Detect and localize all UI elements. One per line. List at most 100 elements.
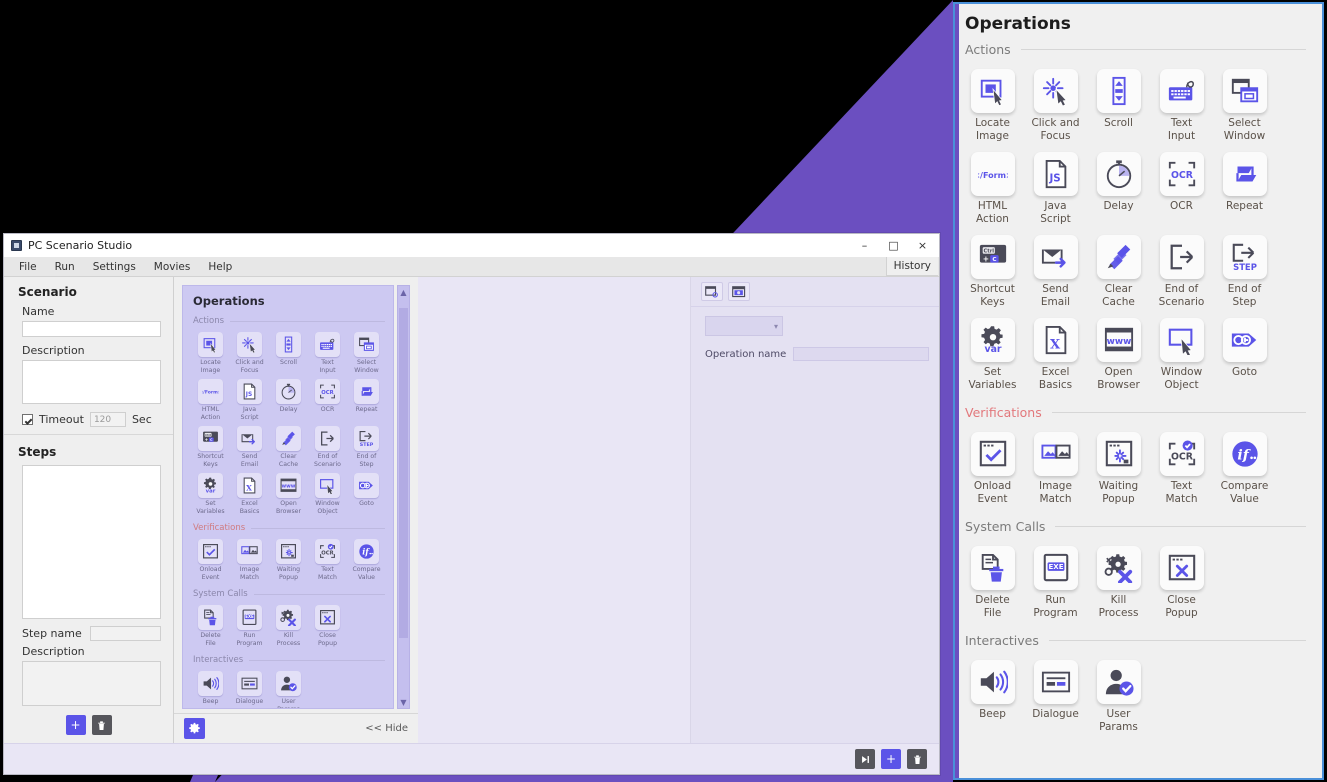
operation-icon-box-inapp[interactable]: [315, 605, 340, 630]
operation-item[interactable]: Repeat: [1213, 152, 1276, 225]
operation-icon-box-inapp[interactable]: OCR: [315, 539, 340, 564]
scenario-description-input[interactable]: [22, 360, 161, 404]
operation-item[interactable]: Scroll: [1087, 69, 1150, 142]
operation-icon-box[interactable]: [1096, 660, 1141, 704]
operation-item[interactable]: Image Match: [1024, 432, 1087, 505]
operation-item-inapp[interactable]: Click and Focus: [230, 332, 269, 374]
hide-panel-button[interactable]: << Hide: [365, 723, 408, 734]
menu-settings[interactable]: Settings: [84, 261, 145, 273]
operation-item-inapp[interactable]: Close Popup: [308, 605, 347, 647]
operation-item-inapp[interactable]: www Open Browser: [269, 473, 308, 515]
operation-item[interactable]: OCR OCR: [1150, 152, 1213, 225]
operation-item-inapp[interactable]: Window Object: [308, 473, 347, 515]
operation-item-inapp[interactable]: User Params: [269, 671, 308, 708]
operation-icon-box[interactable]: [970, 546, 1015, 590]
operation-name-input[interactable]: [793, 347, 929, 361]
add-step-button[interactable]: +: [65, 715, 86, 735]
operation-item-inapp[interactable]: JS Java Script: [230, 379, 269, 421]
operation-item[interactable]: Dialogue: [1024, 660, 1087, 733]
operation-icon-box[interactable]: [1096, 235, 1141, 279]
operation-icon-box[interactable]: [1096, 152, 1141, 196]
scenario-name-input[interactable]: [22, 321, 161, 337]
operation-item-inapp[interactable]: Select Window: [347, 332, 386, 374]
operation-item-inapp[interactable]: Onload Event: [191, 539, 230, 581]
operation-item-inapp[interactable]: Waiting Popup: [269, 539, 308, 581]
operation-icon-box[interactable]: [970, 432, 1015, 476]
operation-icon-box-inapp[interactable]: [276, 671, 301, 696]
operation-icon-box[interactable]: [1033, 235, 1078, 279]
operation-icon-box[interactable]: [1033, 432, 1078, 476]
operation-icon-box-inapp[interactable]: [237, 539, 262, 564]
operation-icon-box[interactable]: [1222, 69, 1267, 113]
operations-scrollbar[interactable]: ▲ ▼: [397, 285, 410, 709]
operation-item[interactable]: Send Email: [1024, 235, 1087, 308]
operation-icon-box-inapp[interactable]: [237, 671, 262, 696]
window-target-icon-button[interactable]: [701, 282, 723, 301]
operation-item[interactable]: X Excel Basics: [1024, 318, 1087, 391]
operation-icon-box[interactable]: [1159, 546, 1204, 590]
operation-icon-box[interactable]: [1033, 69, 1078, 113]
operation-icon-box[interactable]: OCR: [1159, 152, 1204, 196]
operation-item-inapp[interactable]: OCR Text Match: [308, 539, 347, 581]
operation-item[interactable]: OCR Text Match: [1150, 432, 1213, 505]
operation-item-inapp[interactable]: Image Match: [230, 539, 269, 581]
operation-icon-box[interactable]: STEP: [1222, 235, 1267, 279]
operation-icon-box-inapp[interactable]: [315, 426, 340, 451]
menu-file[interactable]: File: [10, 261, 46, 273]
settings-gear-button[interactable]: [184, 718, 205, 739]
operation-icon-box[interactable]: [1222, 318, 1267, 362]
operation-icon-box-inapp[interactable]: [198, 539, 223, 564]
add-operation-button[interactable]: +: [881, 749, 901, 769]
operation-icon-box-inapp[interactable]: [315, 473, 340, 498]
operation-icon-box[interactable]: [1096, 432, 1141, 476]
operation-icon-box-inapp[interactable]: STEP: [354, 426, 379, 451]
operation-icon-box[interactable]: EXE: [1033, 546, 1078, 590]
operation-item-inapp[interactable]: Delay: [269, 379, 308, 421]
minimize-button[interactable]: –: [850, 235, 879, 257]
operation-icon-box-inapp[interactable]: var: [198, 473, 223, 498]
operation-item-inapp[interactable]: EXE Run Program: [230, 605, 269, 647]
operation-icon-box[interactable]: OCR: [1159, 432, 1204, 476]
operation-item-inapp[interactable]: Beep: [191, 671, 230, 708]
steps-list[interactable]: [22, 465, 161, 619]
operation-icon-box-inapp[interactable]: [198, 332, 223, 357]
screenshot-icon-button[interactable]: [728, 282, 750, 301]
operation-item-inapp[interactable]: Dialogue: [230, 671, 269, 708]
history-button[interactable]: History: [885, 257, 938, 276]
operation-item[interactable]: Ctrl + C Shortcut Keys: [961, 235, 1024, 308]
operation-item[interactable]: Kill Process: [1087, 546, 1150, 619]
operation-icon-box-inapp[interactable]: [198, 671, 223, 696]
operation-icon-box-inapp[interactable]: [276, 539, 301, 564]
operation-item-inapp[interactable]: Goto: [347, 473, 386, 515]
operation-item-inapp[interactable]: STEP End of Step: [347, 426, 386, 468]
operation-item-inapp[interactable]: Clear Cache: [269, 426, 308, 468]
delete-operation-button[interactable]: [907, 749, 927, 769]
operation-item[interactable]: JS Java Script: [1024, 152, 1087, 225]
operation-icon-box-inapp[interactable]: [354, 473, 379, 498]
operation-item-inapp[interactable]: var Set Variables: [191, 473, 230, 515]
scroll-down-arrow[interactable]: ▼: [398, 696, 409, 708]
operation-icon-box[interactable]: www: [1096, 318, 1141, 362]
operation-icon-box-inapp[interactable]: [276, 332, 301, 357]
operation-icon-box-inapp[interactable]: [315, 332, 340, 357]
operation-icon-box-inapp[interactable]: </Form>: [198, 379, 223, 404]
operation-item[interactable]: Close Popup: [1150, 546, 1213, 619]
menu-movies[interactable]: Movies: [145, 261, 200, 273]
operation-icon-box-inapp[interactable]: JS: [237, 379, 262, 404]
operation-icon-box[interactable]: [970, 69, 1015, 113]
operation-item[interactable]: Clear Cache: [1087, 235, 1150, 308]
operation-icon-box-inapp[interactable]: if: [354, 539, 379, 564]
operation-type-select[interactable]: ▾: [705, 316, 783, 336]
operation-item[interactable]: Onload Event: [961, 432, 1024, 505]
scroll-up-arrow[interactable]: ▲: [398, 286, 409, 298]
operation-icon-box[interactable]: </Form>: [970, 152, 1015, 196]
operation-item[interactable]: Window Object: [1150, 318, 1213, 391]
operation-item-inapp[interactable]: if Compare Value: [347, 539, 386, 581]
operation-item-inapp[interactable]: Scroll: [269, 332, 308, 374]
operation-icon-box[interactable]: [1159, 235, 1204, 279]
operation-icon-box[interactable]: [1222, 152, 1267, 196]
operation-item[interactable]: if Compare Value: [1213, 432, 1276, 505]
operation-item[interactable]: Select Window: [1213, 69, 1276, 142]
operation-item-inapp[interactable]: </Form> HTMLAction: [191, 379, 230, 421]
operation-icon-box-inapp[interactable]: X: [237, 473, 262, 498]
